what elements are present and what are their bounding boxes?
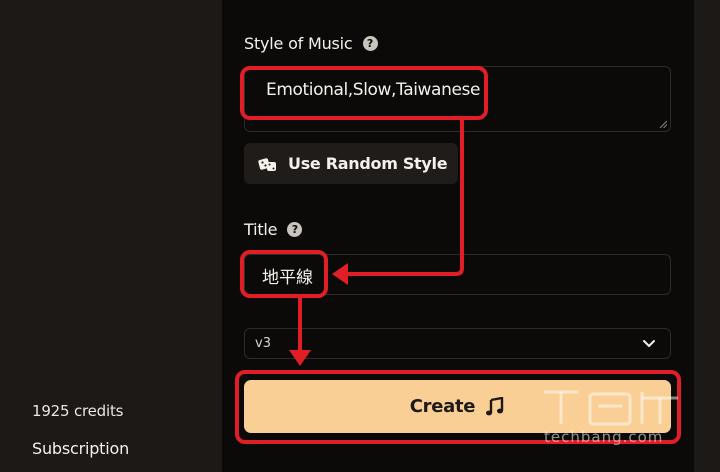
use-random-style-button[interactable]: Use Random Style — [244, 143, 458, 184]
create-label: Create — [409, 396, 476, 417]
right-panel-edge — [694, 0, 720, 472]
create-button[interactable]: Create — [244, 380, 671, 433]
model-version-select[interactable]: v3 — [244, 328, 671, 359]
chevron-down-icon — [643, 339, 655, 347]
help-icon[interactable]: ? — [287, 222, 303, 237]
credits-count: 1925 credits — [32, 402, 124, 420]
help-icon[interactable]: ? — [362, 36, 378, 51]
resize-handle-icon[interactable] — [659, 120, 667, 128]
model-version-value: v3 — [255, 336, 271, 351]
style-of-music-value: Emotional,Slow,Taiwanese — [266, 80, 481, 100]
title-label: Title — [244, 220, 278, 239]
dice-icon — [258, 157, 276, 171]
use-random-style-label: Use Random Style — [288, 154, 448, 173]
style-label-row: Style of Music ? — [244, 34, 378, 53]
title-label-row: Title ? — [244, 220, 303, 239]
sidebar: 1925 credits Subscription — [0, 0, 222, 472]
subscription-link[interactable]: Subscription — [32, 439, 129, 458]
style-of-music-label: Style of Music — [244, 34, 353, 53]
music-note-icon — [486, 396, 504, 415]
title-value: 地平線 — [262, 268, 313, 288]
